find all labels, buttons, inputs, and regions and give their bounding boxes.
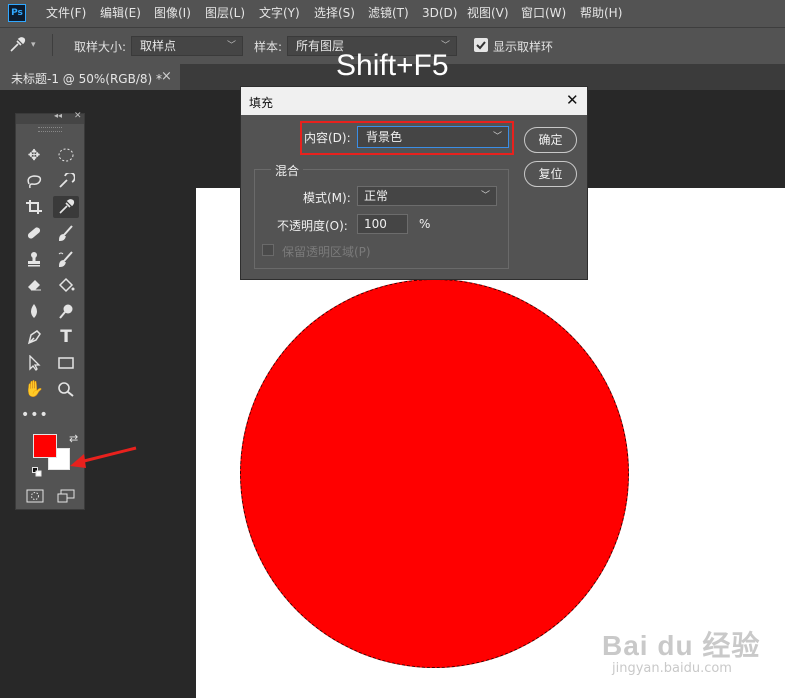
grip-handle[interactable] bbox=[38, 127, 62, 132]
content-label: 内容(D): bbox=[304, 131, 351, 145]
brush-icon[interactable] bbox=[53, 222, 79, 244]
pen-icon[interactable] bbox=[21, 326, 47, 348]
menu-type[interactable]: 文字(Y) bbox=[259, 0, 300, 27]
eyedropper-icon[interactable] bbox=[53, 196, 79, 218]
blur-icon[interactable] bbox=[21, 300, 47, 322]
dodge-icon[interactable] bbox=[53, 300, 79, 322]
crop-icon[interactable] bbox=[21, 196, 47, 218]
ok-button[interactable]: 确定 bbox=[524, 127, 577, 153]
baidu-watermark: Bai du 经验 bbox=[602, 630, 761, 661]
opacity-input[interactable]: 100 bbox=[357, 214, 408, 234]
sample-size-value: 取样点 bbox=[140, 39, 177, 53]
menu-edit[interactable]: 编辑(E) bbox=[100, 0, 141, 27]
eraser-icon[interactable] bbox=[21, 274, 47, 296]
more-tools-icon[interactable]: ••• bbox=[21, 404, 48, 426]
collapse-icon[interactable]: ◂◂ bbox=[54, 111, 62, 120]
move-icon[interactable]: ✥ bbox=[21, 144, 47, 166]
content-value: 背景色 bbox=[366, 130, 403, 144]
show-ring-label: 显示取样环 bbox=[493, 40, 554, 54]
default-colors-icon[interactable] bbox=[32, 466, 42, 477]
tool-preset-chevron-icon[interactable]: ▾ bbox=[31, 40, 36, 50]
menu-bar: Ps 文件(F) 编辑(E) 图像(I) 图层(L) 文字(Y) 选择(S) 滤… bbox=[0, 0, 785, 27]
sample-size-dropdown[interactable]: 取样点 ﹀ bbox=[131, 36, 243, 56]
stamp-icon[interactable] bbox=[21, 248, 47, 270]
sample-size-label: 取样大小: bbox=[74, 40, 127, 54]
quick-mask-icon[interactable] bbox=[26, 489, 44, 503]
dialog-title: 填充 bbox=[249, 96, 274, 110]
menu-filter[interactable]: 滤镜(T) bbox=[368, 0, 409, 27]
menu-window[interactable]: 窗口(W) bbox=[521, 0, 566, 27]
rectangle-icon[interactable] bbox=[53, 352, 79, 374]
marquee-icon[interactable] bbox=[53, 144, 79, 166]
menu-select[interactable]: 选择(S) bbox=[314, 0, 355, 27]
reset-button[interactable]: 复位 bbox=[524, 161, 577, 187]
watermark-url: jingyan.baidu.com bbox=[612, 661, 732, 676]
lasso-icon[interactable] bbox=[21, 170, 47, 192]
hand-icon[interactable]: ✋ bbox=[21, 378, 47, 400]
shortcut-annotation: Shift+F5 bbox=[336, 49, 449, 82]
opacity-unit: % bbox=[419, 217, 431, 231]
menu-file[interactable]: 文件(F) bbox=[46, 0, 86, 27]
menu-help[interactable]: 帮助(H) bbox=[580, 0, 622, 27]
divider bbox=[52, 34, 53, 56]
opacity-value: 100 bbox=[364, 217, 387, 231]
sample-label: 样本: bbox=[254, 40, 283, 54]
healing-icon[interactable] bbox=[21, 222, 47, 244]
content-dropdown[interactable]: 背景色 ﹀ bbox=[357, 126, 509, 148]
toolbox-header[interactable]: ◂◂ ✕ bbox=[16, 111, 84, 124]
photoshop-logo: Ps bbox=[8, 4, 26, 22]
type-icon[interactable]: T bbox=[53, 326, 79, 348]
document-tab[interactable]: 未标题-1 @ 50%(RGB/8) * × bbox=[0, 64, 180, 90]
annotation-arrow bbox=[70, 446, 137, 468]
screen-mode-icon[interactable] bbox=[57, 489, 75, 503]
tab-close-icon[interactable]: × bbox=[161, 69, 172, 84]
mode-dropdown[interactable]: 正常 ﹀ bbox=[357, 186, 497, 206]
zoom-icon[interactable] bbox=[53, 378, 79, 400]
close-panel-icon[interactable]: ✕ bbox=[74, 111, 82, 121]
checkmark-icon bbox=[476, 41, 486, 50]
history-brush-icon[interactable] bbox=[53, 248, 79, 270]
opacity-label: 不透明度(O): bbox=[277, 219, 348, 233]
preserve-transparency-checkbox[interactable] bbox=[262, 244, 274, 256]
preserve-transparency-label: 保留透明区域(P) bbox=[282, 245, 371, 259]
menu-view[interactable]: 视图(V) bbox=[467, 0, 509, 27]
quick-select-icon[interactable] bbox=[53, 170, 79, 192]
dialog-titlebar[interactable]: 填充 ✕ bbox=[241, 87, 587, 115]
menu-image[interactable]: 图像(I) bbox=[154, 0, 191, 27]
mode-value: 正常 bbox=[364, 189, 389, 203]
chevron-down-icon: ﹀ bbox=[492, 132, 502, 142]
path-select-icon[interactable] bbox=[21, 352, 47, 374]
fill-dialog: 填充 ✕ 内容(D): 背景色 ﹀ 确定 复位 混合 模式(M): 正常 ﹀ 不… bbox=[240, 86, 588, 280]
show-ring-checkbox[interactable] bbox=[474, 38, 488, 52]
chevron-down-icon: ﹀ bbox=[480, 191, 490, 201]
mode-label: 模式(M): bbox=[303, 191, 351, 205]
dialog-close-icon[interactable]: ✕ bbox=[566, 91, 579, 109]
blend-group-label: 混合 bbox=[271, 162, 304, 179]
foreground-color-swatch[interactable] bbox=[33, 434, 57, 458]
eyedropper-tool-icon[interactable] bbox=[8, 36, 26, 54]
paint-bucket-icon[interactable] bbox=[53, 274, 79, 296]
chevron-down-icon: ﹀ bbox=[226, 41, 236, 51]
red-circle-selection bbox=[240, 279, 629, 668]
menu-3d[interactable]: 3D(D) bbox=[422, 0, 457, 27]
menu-layer[interactable]: 图层(L) bbox=[205, 0, 245, 27]
document-tab-title: 未标题-1 @ 50%(RGB/8) * bbox=[11, 72, 162, 86]
